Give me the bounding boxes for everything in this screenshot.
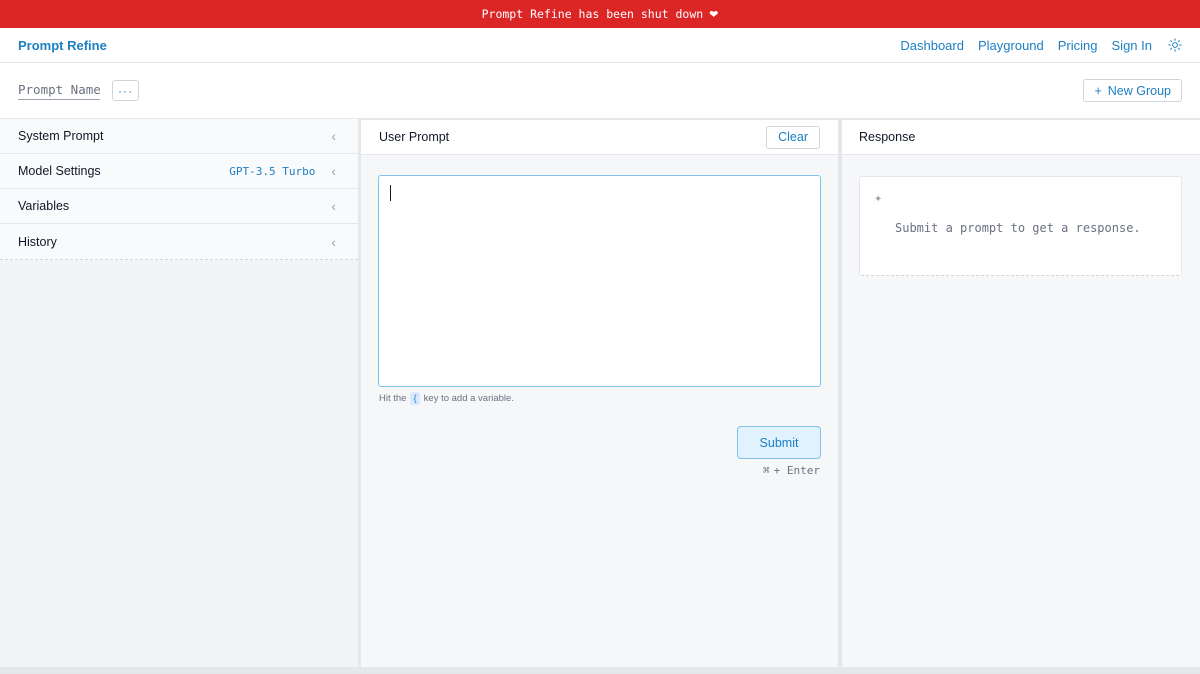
user-prompt-panel: User Prompt Clear Hit the { key to add a… — [361, 119, 838, 667]
accordion-label: System Prompt — [18, 129, 104, 143]
prompt-name-group: ··· — [18, 80, 139, 101]
submit-shortcut-hint: ⌘ + Enter — [763, 464, 820, 477]
settings-accordion: System Prompt ‹ Model Settings GPT-3.5 T… — [0, 119, 358, 260]
theme-toggle-sun-icon[interactable] — [1168, 38, 1182, 52]
brace-key-badge: { — [410, 392, 420, 405]
user-prompt-header: User Prompt Clear — [361, 120, 838, 155]
nav-links: Dashboard Playground Pricing Sign In — [900, 38, 1182, 53]
response-panel: Response ✦ Submit a prompt to get a resp… — [842, 119, 1200, 667]
shortcut-text: + Enter — [773, 464, 820, 477]
user-prompt-textarea[interactable] — [378, 175, 821, 387]
prompt-name-input[interactable] — [18, 81, 100, 100]
nav-link-pricing[interactable]: Pricing — [1058, 38, 1098, 53]
accordion-label: History — [18, 234, 57, 249]
response-title: Response — [859, 130, 916, 144]
heart-icon: ❤ — [709, 8, 719, 21]
chevron-left-icon: ‹ — [331, 233, 336, 250]
chevron-left-icon: ‹ — [331, 198, 336, 214]
brand-logo-link[interactable]: Prompt Refine — [18, 38, 107, 53]
accordion-system-prompt[interactable]: System Prompt ‹ — [0, 119, 358, 154]
nav-link-sign-in[interactable]: Sign In — [1112, 38, 1152, 53]
prompt-toolbar: ··· + New Group — [0, 63, 1200, 119]
banner-text: Prompt Refine has been shut down — [481, 7, 704, 21]
accordion-label: Variables — [18, 199, 70, 213]
top-navigation: Prompt Refine Dashboard Playground Prici… — [0, 28, 1200, 63]
text-caret — [390, 185, 391, 201]
new-group-label: New Group — [1107, 83, 1171, 98]
shutdown-banner: Prompt Refine has been shut down ❤ — [0, 0, 1200, 28]
command-key-icon: ⌘ — [763, 464, 770, 477]
accordion-history[interactable]: History ‹ — [0, 224, 358, 259]
response-placeholder-text: Submit a prompt to get a response. — [895, 221, 1141, 235]
more-options-button[interactable]: ··· — [112, 80, 139, 101]
chevron-left-icon: ‹ — [331, 128, 336, 144]
hint-before: Hit the — [379, 393, 407, 404]
clear-button[interactable]: Clear — [766, 125, 820, 149]
new-group-button[interactable]: + New Group — [1083, 79, 1182, 102]
plus-icon: + — [1094, 83, 1102, 98]
chevron-left-icon: ‹ — [331, 163, 336, 179]
variable-hint: Hit the { key to add a variable. — [379, 392, 514, 405]
nav-link-dashboard[interactable]: Dashboard — [900, 38, 964, 53]
accordion-variables[interactable]: Variables ‹ — [0, 189, 358, 224]
bottom-scroll-edge — [0, 667, 1200, 674]
selected-model-value: GPT-3.5 Turbo — [229, 164, 316, 178]
response-header: Response — [842, 120, 1200, 155]
accordion-model-settings[interactable]: Model Settings GPT-3.5 Turbo ‹ — [0, 154, 358, 189]
user-prompt-title: User Prompt — [379, 130, 450, 144]
ellipsis-icon: ··· — [118, 83, 133, 98]
settings-sidebar: System Prompt ‹ Model Settings GPT-3.5 T… — [0, 119, 358, 667]
response-output-box: ✦ Submit a prompt to get a response. — [859, 176, 1182, 276]
hint-after: key to add a variable. — [423, 393, 514, 404]
nav-link-playground[interactable]: Playground — [978, 38, 1044, 53]
sparkle-icon: ✦ — [874, 194, 883, 205]
accordion-label: Model Settings — [18, 164, 101, 178]
submit-button[interactable]: Submit — [737, 426, 821, 459]
